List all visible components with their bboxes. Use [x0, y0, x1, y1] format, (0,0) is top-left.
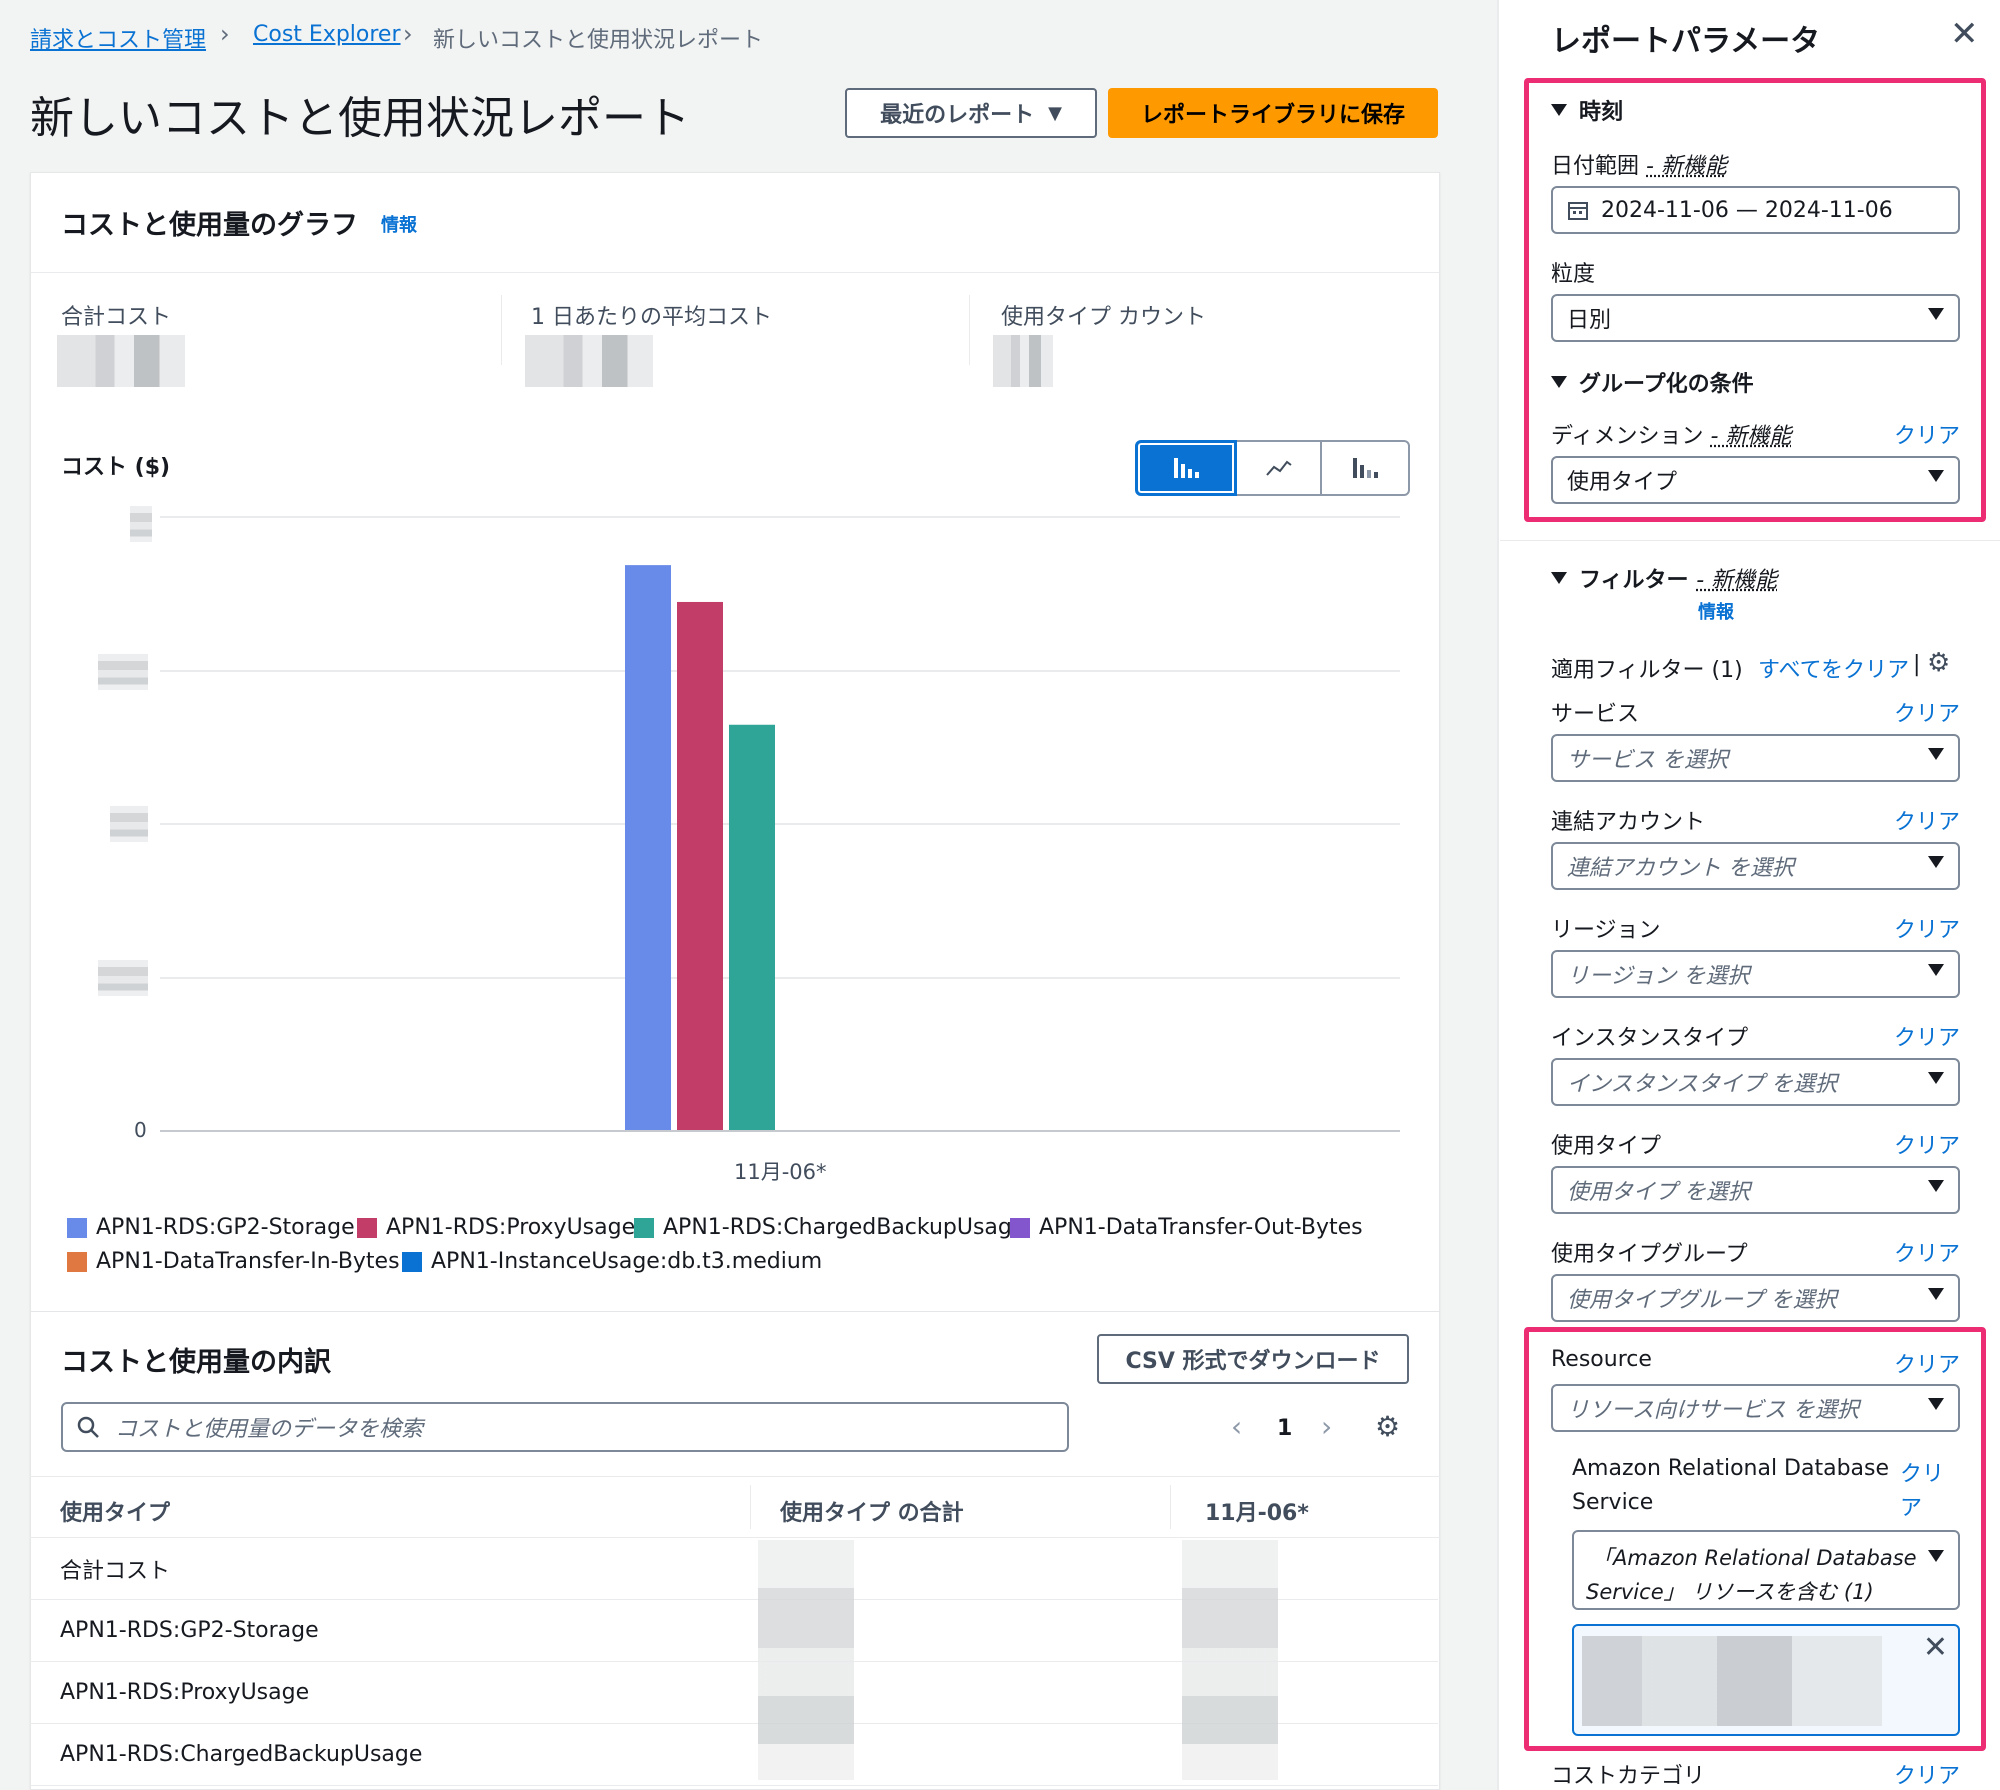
legend-item[interactable]: APN1-DataTransfer-Out-Bytes [1010, 1215, 1363, 1240]
legend-label: APN1-DataTransfer-Out-Bytes [1039, 1215, 1363, 1240]
caret-down-icon [1928, 856, 1944, 868]
legend-label: APN1-InstanceUsage:db.t3.medium [431, 1249, 823, 1274]
cost-category-clear-link[interactable]: クリア [1894, 1758, 1960, 1790]
column-divider [750, 1485, 751, 1529]
bar-APN1-RDS:ChargedBackupUsage[interactable] [729, 724, 775, 1130]
caret-down-icon [1928, 1072, 1944, 1084]
legend-swatch [634, 1217, 654, 1238]
clear-all-link[interactable]: すべてをクリア [1758, 652, 1909, 684]
filter-section-toggle[interactable]: フィルター - 新機能 [1551, 562, 1777, 594]
legend-label: APN1-DataTransfer-In-Bytes [96, 1249, 400, 1274]
next-page-icon[interactable]: › [1321, 1410, 1332, 1443]
select-placeholder: インスタンスタイプ を選択 [1567, 1072, 1838, 1097]
legend-swatch [67, 1251, 87, 1272]
column-header[interactable]: 使用タイプ [60, 1495, 170, 1527]
filter-clear-link[interactable]: クリア [1894, 1236, 1960, 1268]
separator: | [1913, 652, 1921, 677]
caret-down-icon [1928, 1288, 1944, 1300]
breakdown-title: コストと使用量の内訳 [61, 1347, 331, 1378]
prev-page-icon[interactable]: ‹ [1231, 1410, 1242, 1443]
cost-category-label: コストカテゴリ [1551, 1764, 1706, 1789]
search-input[interactable]: コストと使用量のデータを検索 [61, 1402, 1069, 1452]
table-header: 使用タイプ 使用タイプ の合計 11月-06* [30, 1476, 1440, 1538]
column-header[interactable]: 使用タイプ の合計 [780, 1495, 964, 1527]
legend-item[interactable]: APN1-RDS:ChargedBackupUsage [634, 1215, 1025, 1240]
filter-label: 使用タイプ [1551, 1134, 1662, 1159]
gear-icon[interactable]: ⚙ [1927, 648, 1950, 678]
filter-label: 連結アカウント [1551, 810, 1706, 835]
close-icon[interactable]: ✕ [1950, 14, 1979, 54]
column-header[interactable]: 11月-06* [1205, 1495, 1309, 1527]
csv-download-button[interactable]: CSV 形式でダウンロード [1097, 1334, 1409, 1384]
row-label: APN1-RDS:ChargedBackupUsage [60, 1742, 423, 1767]
legend-swatch [402, 1251, 422, 1272]
row-label: APN1-RDS:ProxyUsage [60, 1680, 310, 1705]
row-label: APN1-RDS:GP2-Storage [60, 1618, 319, 1643]
caret-down-icon [1551, 572, 1567, 584]
bar-APN1-RDS:ProxyUsage[interactable] [677, 601, 723, 1130]
section-title: フィルター [1579, 568, 1689, 593]
main-content: 請求とコスト管理 › Cost Explorer › 新しいコストと使用状況レポ… [0, 0, 1497, 1790]
search-placeholder: コストと使用量のデータを検索 [115, 1417, 424, 1442]
new-feature-badge: - 新機能 [1696, 568, 1778, 593]
caret-down-icon [1928, 748, 1944, 760]
redacted-values [758, 1540, 854, 1780]
filter-select[interactable]: サービス を選択 [1551, 734, 1960, 782]
row-label: 合計コスト [60, 1558, 171, 1584]
select-placeholder: 連結アカウント を選択 [1567, 856, 1794, 881]
filter-label: リージョン [1551, 918, 1661, 943]
redacted-values [1182, 1540, 1278, 1780]
select-placeholder: 使用タイプ を選択 [1567, 1180, 1750, 1205]
filter-clear-link[interactable]: クリア [1894, 1020, 1960, 1052]
select-placeholder: 使用タイプグループ を選択 [1567, 1288, 1837, 1313]
legend-label: APN1-RDS:ProxyUsage [386, 1215, 636, 1240]
filter-select[interactable]: リージョン を選択 [1551, 950, 1960, 998]
filter-label: インスタンスタイプ [1551, 1026, 1749, 1051]
legend-item[interactable]: APN1-DataTransfer-In-Bytes [67, 1249, 400, 1274]
filter-select[interactable]: インスタンスタイプ を選択 [1551, 1058, 1960, 1106]
caret-down-icon [1928, 1180, 1944, 1192]
gear-icon[interactable]: ⚙ [1375, 1410, 1400, 1443]
divider [1500, 540, 2000, 541]
legend-swatch [357, 1217, 377, 1238]
highlight-box [1524, 1327, 1986, 1751]
filter-select[interactable]: 使用タイプ を選択 [1551, 1166, 1960, 1214]
legend-item[interactable]: APN1-InstanceUsage:db.t3.medium [402, 1249, 822, 1274]
filter-clear-link[interactable]: クリア [1894, 804, 1960, 836]
search-icon [77, 1416, 99, 1438]
select-placeholder: リージョン を選択 [1567, 964, 1750, 989]
filter-clear-link[interactable]: クリア [1894, 696, 1960, 728]
panel-title: レポートパラメータ [1551, 24, 1821, 59]
bar-APN1-RDS:GP2-Storage[interactable] [625, 565, 671, 1130]
legend-item[interactable]: APN1-RDS:GP2-Storage [67, 1215, 355, 1240]
filter-label: サービス [1551, 702, 1640, 727]
filter-clear-link[interactable]: クリア [1894, 1128, 1960, 1160]
x-tick-label: 11月-06* [734, 1160, 827, 1184]
select-placeholder: サービス を選択 [1567, 748, 1728, 773]
filter-clear-link[interactable]: クリア [1894, 912, 1960, 944]
column-divider [1170, 1485, 1171, 1529]
filter-info-link[interactable]: 情報 [1698, 598, 1734, 624]
legend-item[interactable]: APN1-RDS:ProxyUsage [357, 1215, 635, 1240]
page-number[interactable]: 1 [1277, 1416, 1292, 1441]
legend-label: APN1-RDS:ChargedBackupUsage [663, 1215, 1026, 1240]
filter-label: 使用タイプグループ [1551, 1242, 1748, 1267]
legend-label: APN1-RDS:GP2-Storage [96, 1215, 355, 1240]
applied-filters-label: 適用フィルター (1) [1551, 658, 1743, 683]
filter-select[interactable]: 連結アカウント を選択 [1551, 842, 1960, 890]
highlight-box [1524, 78, 1986, 522]
legend-swatch [1010, 1217, 1030, 1238]
caret-down-icon [1928, 964, 1944, 976]
legend-swatch [67, 1217, 87, 1238]
filter-select[interactable]: 使用タイプグループ を選択 [1551, 1274, 1960, 1322]
